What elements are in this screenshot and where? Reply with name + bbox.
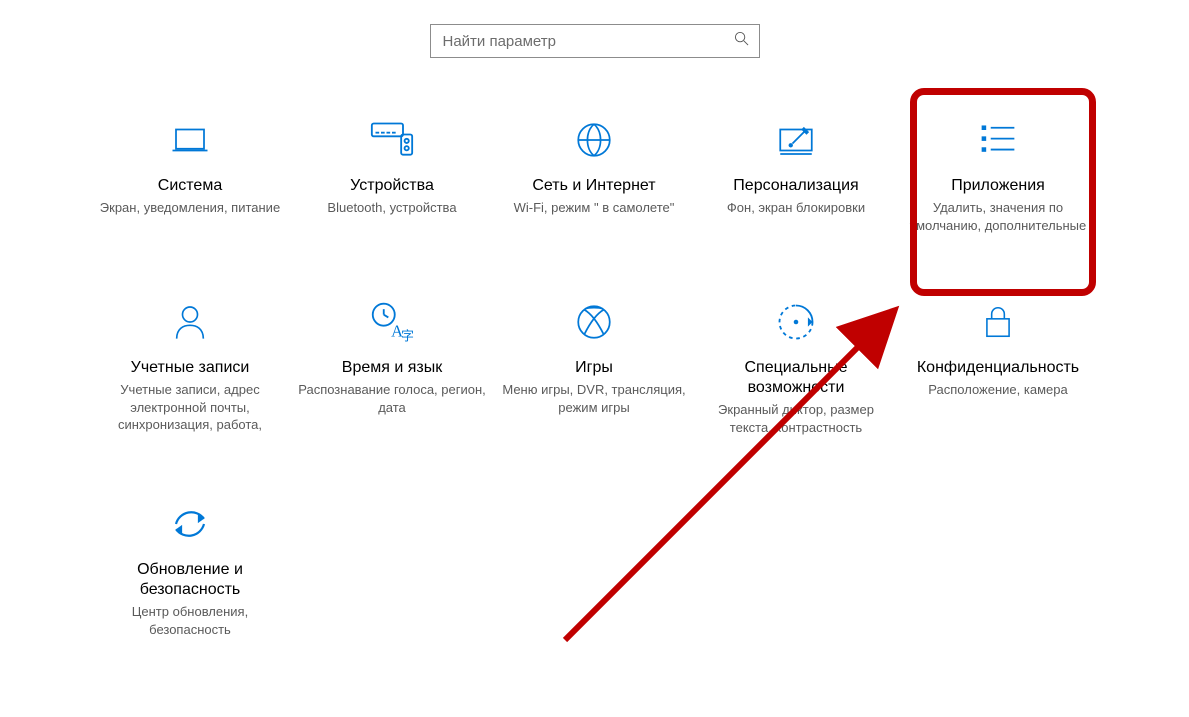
tile-network[interactable]: Сеть и Интернет Wi-Fi, режим " в самолет… [494, 110, 694, 244]
tile-desc: Экран, уведомления, питание [100, 199, 280, 217]
search-icon [734, 31, 749, 51]
tile-title: Конфиденциальность [917, 358, 1079, 378]
tile-devices[interactable]: Устройства Bluetooth, устройства [292, 110, 492, 244]
tile-title: Персонализация [733, 176, 858, 196]
tile-time-language[interactable]: A 字 Время и язык Распознавание голоса, р… [292, 292, 492, 446]
tile-desc: Wi-Fi, режим " в самолете" [514, 199, 675, 217]
devices-icon [368, 116, 416, 164]
tile-desc: Удалить, значения по умолчанию, дополнит… [904, 199, 1092, 234]
tile-gaming[interactable]: Игры Меню игры, DVR, трансляция, режим и… [494, 292, 694, 446]
tile-title: Приложения [951, 176, 1045, 196]
globe-icon [573, 116, 615, 164]
time-language-icon: A 字 [369, 298, 415, 346]
tile-desc: Расположение, камера [928, 381, 1067, 399]
tile-title: Система [158, 176, 222, 196]
sync-icon [169, 500, 211, 548]
tile-desc: Bluetooth, устройства [327, 199, 456, 217]
tile-system[interactable]: Система Экран, уведомления, питание [90, 110, 290, 244]
tile-personalization[interactable]: Персонализация Фон, экран блокировки [696, 110, 896, 244]
tile-title: Время и язык [342, 358, 442, 378]
lock-icon [979, 298, 1017, 346]
tile-desc: Фон, экран блокировки [727, 199, 865, 217]
paint-icon [774, 116, 818, 164]
search-input[interactable] [441, 32, 734, 51]
settings-search[interactable] [430, 24, 760, 58]
tile-desc: Распознавание голоса, регион, дата [298, 381, 486, 416]
tile-update-security[interactable]: Обновление и безопасность Центр обновлен… [90, 494, 290, 648]
tile-apps[interactable]: Приложения Удалить, значения по умолчани… [898, 110, 1098, 244]
tile-title: Игры [575, 358, 613, 378]
tile-title: Устройства [350, 176, 434, 196]
tile-ease-of-access[interactable]: Специальные возможности Экранный диктор,… [696, 292, 896, 446]
apps-list-icon [976, 116, 1020, 164]
person-icon [170, 298, 210, 346]
tile-title: Учетные записи [131, 358, 250, 378]
tile-privacy[interactable]: Конфиденциальность Расположение, камера [898, 292, 1098, 446]
tile-title: Сеть и Интернет [532, 176, 655, 196]
display-icon [169, 116, 211, 164]
tile-title: Обновление и безопасность [96, 560, 284, 600]
svg-text:字: 字 [401, 329, 414, 343]
tile-desc: Экранный диктор, размер текста, контраст… [702, 401, 890, 436]
tile-title: Специальные возможности [702, 358, 890, 398]
tile-accounts[interactable]: Учетные записи Учетные записи, адрес эле… [90, 292, 290, 446]
tile-desc: Учетные записи, адрес электронной почты,… [96, 381, 284, 434]
accessibility-icon [774, 298, 818, 346]
xbox-icon [573, 298, 615, 346]
settings-grid: Система Экран, уведомления, питание Устр… [90, 110, 1100, 648]
tile-desc: Меню игры, DVR, трансляция, режим игры [500, 381, 688, 416]
tile-desc: Центр обновления, безопасность [96, 603, 284, 638]
